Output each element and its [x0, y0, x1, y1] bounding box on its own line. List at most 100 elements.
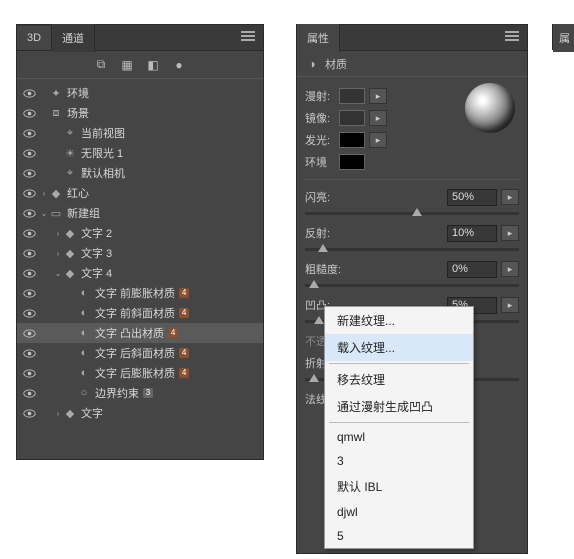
- tab-channels[interactable]: 通道: [52, 24, 95, 52]
- visibility-eye-icon[interactable]: [21, 125, 37, 141]
- material-preview[interactable]: [465, 83, 515, 133]
- tree-row[interactable]: ✦环境: [17, 83, 263, 103]
- filter-icon[interactable]: ⧉: [94, 58, 108, 72]
- tree-item-label: 文字: [81, 405, 103, 421]
- tree-item-label: 文字 4: [81, 265, 112, 281]
- value-input[interactable]: 10%: [447, 225, 497, 242]
- constr-icon: ○: [77, 386, 91, 400]
- slider-thumb-icon[interactable]: [309, 374, 319, 382]
- tree-row[interactable]: ◐文字 前膨胀材质4: [17, 283, 263, 303]
- tree-row[interactable]: ◐文字 后斜面材质4: [17, 343, 263, 363]
- tree-row[interactable]: ◐文字 前斜面材质4: [17, 303, 263, 323]
- visibility-eye-icon[interactable]: [21, 165, 37, 181]
- tab-3d[interactable]: 3D: [17, 26, 52, 50]
- visibility-eye-icon[interactable]: [21, 185, 37, 201]
- panel-3d-toolbar: ⧉ ▦ ◧ ●: [17, 51, 263, 79]
- menu-item[interactable]: 载入纹理...: [325, 334, 473, 361]
- tree-row[interactable]: ◐文字 后膨胀材质4: [17, 363, 263, 383]
- menu-item[interactable]: 默认 IBL: [325, 473, 473, 500]
- chevron-right-icon[interactable]: ›: [39, 189, 49, 198]
- value-input[interactable]: 0%: [447, 261, 497, 278]
- slider-thumb-icon[interactable]: [309, 280, 319, 288]
- tree-item-label: 文字 凸出材质: [95, 325, 164, 341]
- menu-item[interactable]: djwl: [325, 500, 473, 524]
- tree-row[interactable]: ⌄▭新建组: [17, 203, 263, 223]
- trash-icon[interactable]: ▦: [120, 58, 134, 72]
- texture-menu-button[interactable]: ▸: [501, 189, 519, 205]
- visibility-eye-icon[interactable]: [21, 145, 37, 161]
- chevron-right-icon[interactable]: ›: [53, 409, 63, 418]
- emission-folder[interactable]: ▸: [369, 132, 387, 148]
- mesh-icon: ◆: [63, 406, 77, 420]
- props-subheader: ◑ 材质: [297, 51, 527, 77]
- tree-row[interactable]: ⧈场景: [17, 103, 263, 123]
- visibility-eye-icon[interactable]: [21, 385, 37, 401]
- value-input[interactable]: 50%: [447, 189, 497, 206]
- texture-menu-button[interactable]: ▸: [501, 297, 519, 313]
- link-badge: 4: [179, 308, 189, 318]
- visibility-eye-icon[interactable]: [21, 205, 37, 221]
- panel-props-menu[interactable]: [497, 31, 527, 44]
- tree-row[interactable]: ›◆ 文字: [17, 403, 263, 423]
- link-badge: 4: [179, 348, 189, 358]
- emission-swatch[interactable]: [339, 132, 365, 148]
- slider[interactable]: [305, 208, 519, 220]
- tab-extra[interactable]: 属: [553, 24, 574, 52]
- tree-row[interactable]: ⌖默认相机: [17, 163, 263, 183]
- tree-row[interactable]: ›◆文字 3: [17, 243, 263, 263]
- visibility-eye-icon[interactable]: [21, 85, 37, 101]
- tree-row[interactable]: ◐文字 凸出材质4: [17, 323, 263, 343]
- menu-separator: [329, 422, 469, 423]
- slider[interactable]: [305, 280, 519, 292]
- tree-item-label: 文字 2: [81, 225, 112, 241]
- texture-menu-button[interactable]: ▸: [501, 225, 519, 241]
- visibility-eye-icon[interactable]: [21, 245, 37, 261]
- menu-item[interactable]: 5: [325, 524, 473, 548]
- light-icon[interactable]: ●: [172, 58, 186, 72]
- visibility-eye-icon[interactable]: [21, 365, 37, 381]
- panel-3d-menu[interactable]: [233, 31, 263, 44]
- tree-row[interactable]: ○边界约束3: [17, 383, 263, 403]
- visibility-eye-icon[interactable]: [21, 325, 37, 341]
- tree-item-label: 文字 后膨胀材质: [95, 365, 175, 381]
- slider-thumb-icon[interactable]: [412, 208, 422, 216]
- chevron-down-icon[interactable]: ⌄: [39, 209, 49, 218]
- tab-properties[interactable]: 属性: [297, 24, 340, 52]
- menu-item[interactable]: 3: [325, 449, 473, 473]
- visibility-eye-icon[interactable]: [21, 285, 37, 301]
- props-sublabel: 材质: [325, 56, 347, 72]
- material-icon: ◐: [77, 326, 91, 340]
- menu-item[interactable]: 通过漫射生成凹凸: [325, 393, 473, 420]
- visibility-eye-icon[interactable]: [21, 225, 37, 241]
- tree-item-label: 当前视图: [81, 125, 125, 141]
- visibility-eye-icon[interactable]: [21, 345, 37, 361]
- ambient-swatch[interactable]: [339, 154, 365, 170]
- visibility-eye-icon[interactable]: [21, 305, 37, 321]
- diffuse-folder[interactable]: ▸: [369, 88, 387, 104]
- diffuse-swatch[interactable]: [339, 88, 365, 104]
- specular-folder[interactable]: ▸: [369, 110, 387, 126]
- chevron-right-icon[interactable]: ›: [53, 249, 63, 258]
- slider[interactable]: [305, 244, 519, 256]
- slider-thumb-icon[interactable]: [314, 316, 324, 324]
- specular-swatch[interactable]: [339, 110, 365, 126]
- tree-row[interactable]: ⌖当前视图: [17, 123, 263, 143]
- tree-row[interactable]: ⌄◆文字 4: [17, 263, 263, 283]
- menu-item[interactable]: qmwl: [325, 425, 473, 449]
- menu-item[interactable]: 移去纹理: [325, 366, 473, 393]
- tree-row[interactable]: ›◆红心: [17, 183, 263, 203]
- menu-item[interactable]: 新建纹理...: [325, 307, 473, 334]
- chevron-right-icon[interactable]: ›: [53, 229, 63, 238]
- visibility-eye-icon[interactable]: [21, 265, 37, 281]
- visibility-eye-icon[interactable]: [21, 105, 37, 121]
- mask-icon[interactable]: ◧: [146, 58, 160, 72]
- prop-label: 闪亮:: [305, 189, 353, 205]
- slider-thumb-icon[interactable]: [318, 244, 328, 252]
- chevron-down-icon[interactable]: ⌄: [53, 269, 63, 278]
- light-icon: ☀: [63, 146, 77, 160]
- texture-menu-button[interactable]: ▸: [501, 261, 519, 277]
- texture-context-menu: 新建纹理...载入纹理... 移去纹理通过漫射生成凹凸 qmwl3默认 IBLdjw…: [324, 306, 474, 549]
- tree-row[interactable]: ›◆文字 2: [17, 223, 263, 243]
- visibility-eye-icon[interactable]: [21, 405, 37, 421]
- tree-row[interactable]: ☀无限光 1: [17, 143, 263, 163]
